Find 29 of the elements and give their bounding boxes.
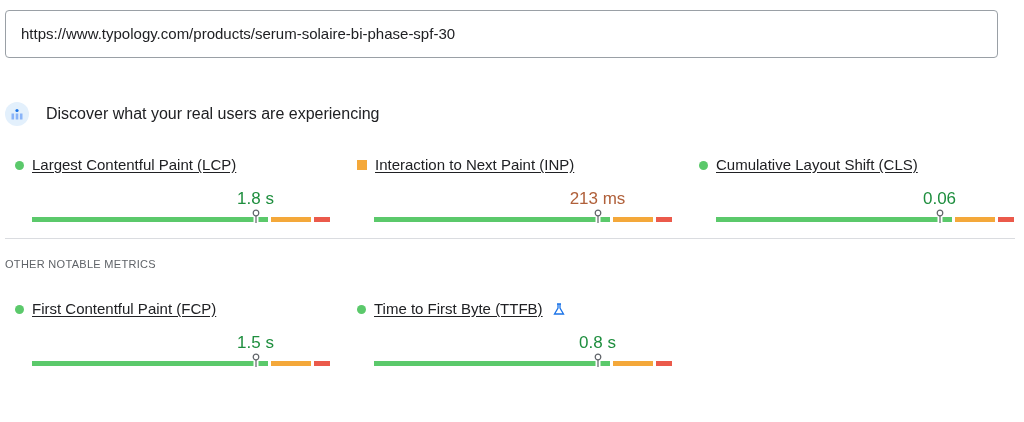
average-segment <box>955 217 995 222</box>
marker-pin <box>593 209 602 223</box>
average-segment <box>271 217 311 222</box>
metric-value: 1.5 s <box>237 332 274 354</box>
metric-value: 0.06 <box>922 188 957 210</box>
poor-segment <box>998 217 1014 222</box>
poor-segment <box>656 361 672 366</box>
section-heading: OTHER NOTABLE METRICS <box>5 257 156 272</box>
metric-link[interactable]: First Contentful Paint (FCP) <box>32 297 217 321</box>
marker-pin <box>251 353 260 367</box>
metric-link[interactable]: Largest Contentful Paint (LCP) <box>32 153 237 177</box>
poor-segment <box>314 217 330 222</box>
section-heading: Discover what your real users are experiencing <box>46 104 380 124</box>
metric-value: 213 ms <box>569 188 626 210</box>
marker-pin <box>251 209 260 223</box>
marker-pin <box>935 209 944 223</box>
metric-link[interactable]: Time to First Byte (TTFB) <box>374 297 543 321</box>
average-segment <box>613 217 653 222</box>
url-field[interactable]: https://www.typology.com/products/serum-solaire-bi-phase-spf-30 <box>5 10 998 58</box>
metric-link[interactable]: Interaction to Next Paint (INP) <box>375 153 575 177</box>
metric-value: 1.8 s <box>237 188 274 210</box>
average-segment <box>271 361 311 366</box>
users-chart-icon <box>5 102 29 126</box>
poor-segment <box>314 361 330 366</box>
poor-segment <box>656 217 672 222</box>
metric-link[interactable]: Cumulative Layout Shift (CLS) <box>716 153 918 177</box>
average-segment <box>613 361 653 366</box>
marker-pin <box>593 353 602 367</box>
metric-value: 0.8 s <box>579 332 616 354</box>
